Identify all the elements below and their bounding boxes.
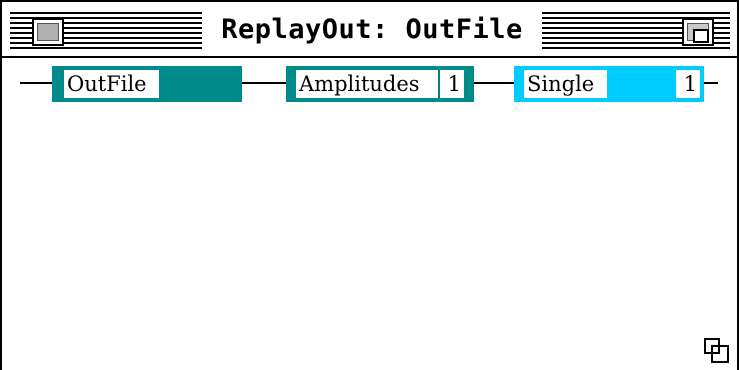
amplitudes-block[interactable]: Amplitudes 1: [286, 66, 474, 102]
title-bar[interactable]: ReplayOut: OutFile: [2, 0, 737, 58]
grow-box-icon[interactable]: [704, 338, 730, 364]
single-block[interactable]: Single 1: [514, 66, 704, 102]
connector-wire: [242, 82, 286, 84]
amplitudes-label: Amplitudes: [296, 70, 439, 98]
single-label: Single: [524, 70, 607, 98]
chain-area: OutFile Amplitudes 1 Single 1: [2, 58, 737, 370]
close-box-icon[interactable]: [32, 18, 64, 46]
window-title: ReplayOut: OutFile: [202, 10, 542, 50]
outfile-block[interactable]: OutFile: [52, 66, 242, 102]
zoom-box-icon[interactable]: [682, 18, 714, 46]
amplitudes-value[interactable]: 1: [438, 70, 464, 98]
outfile-label: OutFile: [64, 70, 159, 98]
single-value[interactable]: 1: [676, 70, 700, 98]
connector-wire: [474, 82, 514, 84]
replayout-window: ReplayOut: OutFile OutFile Amplitudes 1 …: [0, 0, 739, 370]
connector-wire: [704, 82, 718, 84]
connector-wire: [20, 82, 52, 84]
